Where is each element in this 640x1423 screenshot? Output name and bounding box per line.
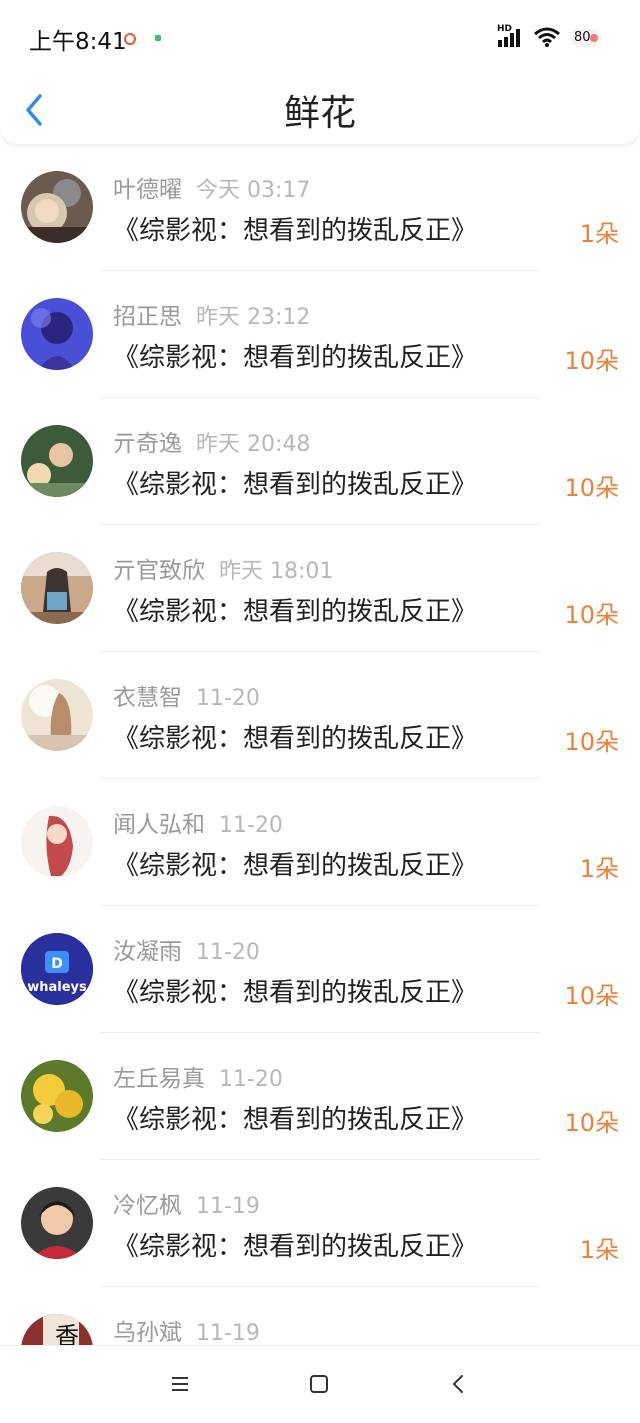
user-name: 叶德曜 <box>113 177 182 203</box>
gift-time: 11-20 <box>219 1067 283 1092</box>
book-title: 《综影视：想看到的拨乱反正》 <box>113 216 478 246</box>
gift-time: 11-19 <box>196 1321 260 1346</box>
flower-count: 10朵 <box>564 728 619 756</box>
user-name: 汝凝雨 <box>113 939 182 965</box>
user-name: 亓官致欣 <box>113 558 205 584</box>
list-item[interactable]: D whaleys 汝凝雨 11-20 《综影视：想看到的拨乱反正》 10朵 <box>0 906 640 1033</box>
battery-level: 80 <box>574 30 591 45</box>
notification-icon <box>155 35 161 41</box>
battery-indicator: 80 <box>571 29 601 47</box>
flower-count: 10朵 <box>564 982 619 1010</box>
flower-count: 10朵 <box>564 601 619 629</box>
list-item[interactable]: 亓官致欣 昨天 18:01 《综影视：想看到的拨乱反正》 10朵 <box>0 525 640 652</box>
wifi-icon <box>534 27 560 47</box>
user-name: 乌孙斌 <box>113 1320 182 1346</box>
gift-time: 11-19 <box>196 1194 260 1219</box>
user-name: 左丘易真 <box>113 1066 205 1092</box>
gift-time: 11-20 <box>196 940 260 965</box>
avatar[interactable]: D whaleys <box>21 933 93 1005</box>
list-item[interactable]: 亓奇逸 昨天 20:48 《综影视：想看到的拨乱反正》 10朵 <box>0 398 640 525</box>
app-header: 上午8:41 HD 80 鲜花 <box>0 0 640 144</box>
home-square-icon[interactable] <box>307 1372 331 1396</box>
flower-count: 10朵 <box>564 1109 619 1137</box>
menu-icon[interactable] <box>168 1372 192 1396</box>
avatar[interactable] <box>21 1060 93 1132</box>
user-name: 亓奇逸 <box>113 431 182 457</box>
book-title: 《综影视：想看到的拨乱反正》 <box>113 978 478 1008</box>
gift-time: 今天 03:17 <box>196 178 311 203</box>
user-name: 冷忆枫 <box>113 1193 182 1219</box>
avatar[interactable] <box>21 171 93 243</box>
user-name: 衣慧智 <box>113 685 182 711</box>
gift-time: 11-20 <box>196 686 260 711</box>
flower-count: 1朵 <box>579 855 619 883</box>
list-item[interactable]: 闻人弘和 11-20 《综影视：想看到的拨乱反正》 1朵 <box>0 779 640 906</box>
book-title: 《综影视：想看到的拨乱反正》 <box>113 470 478 500</box>
avatar[interactable] <box>21 679 93 751</box>
gift-list: 叶德曜 今天 03:17 《综影视：想看到的拨乱反正》 1朵 招正思 昨天 23:1… <box>0 144 640 1414</box>
avatar[interactable] <box>21 425 93 497</box>
system-navigation-bar <box>0 1345 640 1423</box>
notification-icon <box>124 33 136 45</box>
list-item[interactable]: 冷忆枫 11-19 《综影视：想看到的拨乱反正》 1朵 <box>0 1160 640 1287</box>
avatar-logo-text: whaleys <box>27 980 87 995</box>
svg-text:D: D <box>51 956 63 972</box>
list-item[interactable]: 招正思 昨天 23:12 《综影视：想看到的拨乱反正》 10朵 <box>0 271 640 398</box>
book-title: 《综影视：想看到的拨乱反正》 <box>113 1105 478 1135</box>
list-item[interactable]: 左丘易真 11-20 《综影视：想看到的拨乱反正》 10朵 <box>0 1033 640 1160</box>
book-title: 《综影视：想看到的拨乱反正》 <box>113 343 478 373</box>
flower-count: 10朵 <box>564 474 619 502</box>
back-chevron-icon[interactable] <box>447 1372 471 1396</box>
book-title: 《综影视：想看到的拨乱反正》 <box>113 597 478 627</box>
book-title: 《综影视：想看到的拨乱反正》 <box>113 1232 478 1262</box>
book-title: 《综影视：想看到的拨乱反正》 <box>113 851 478 881</box>
book-title: 《综影视：想看到的拨乱反正》 <box>113 724 478 754</box>
user-name: 招正思 <box>113 304 182 330</box>
flower-count: 1朵 <box>579 1236 619 1264</box>
gift-time: 昨天 23:12 <box>196 305 311 330</box>
gift-time: 昨天 18:01 <box>219 559 334 584</box>
status-bar: 上午8:41 HD 80 <box>0 0 640 76</box>
flower-count: 10朵 <box>564 347 619 375</box>
avatar[interactable] <box>21 298 93 370</box>
status-time: 上午8:41 <box>29 29 127 55</box>
list-item[interactable]: 叶德曜 今天 03:17 《综影视：想看到的拨乱反正》 1朵 <box>0 144 640 271</box>
battery-icon <box>590 34 598 42</box>
gift-time: 昨天 20:48 <box>196 432 311 457</box>
avatar[interactable] <box>21 552 93 624</box>
signal-icon <box>498 29 520 47</box>
avatar[interactable] <box>21 1187 93 1259</box>
user-name: 闻人弘和 <box>113 812 205 838</box>
page-title: 鲜花 <box>283 93 356 134</box>
gift-time: 11-20 <box>219 813 283 838</box>
list-item[interactable]: 衣慧智 11-20 《综影视：想看到的拨乱反正》 10朵 <box>0 652 640 779</box>
flower-count: 1朵 <box>579 220 619 248</box>
avatar[interactable] <box>21 806 93 878</box>
